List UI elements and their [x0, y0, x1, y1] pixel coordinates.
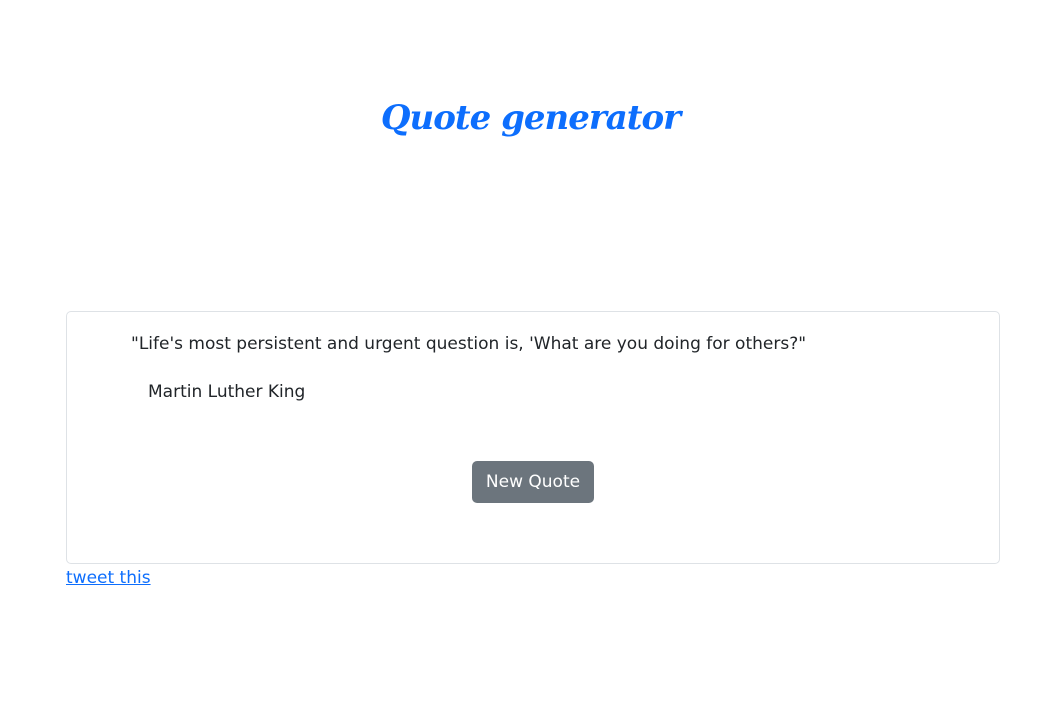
new-quote-button[interactable]: New Quote — [472, 461, 594, 503]
quote-author: Martin Luther King — [148, 382, 306, 402]
page-title: Quote generator — [380, 98, 681, 138]
quote-text: "Life's most persistent and urgent quest… — [131, 334, 807, 354]
tweet-this-link[interactable]: tweet this — [66, 566, 151, 590]
quote-card: "Life's most persistent and urgent quest… — [66, 311, 1000, 564]
